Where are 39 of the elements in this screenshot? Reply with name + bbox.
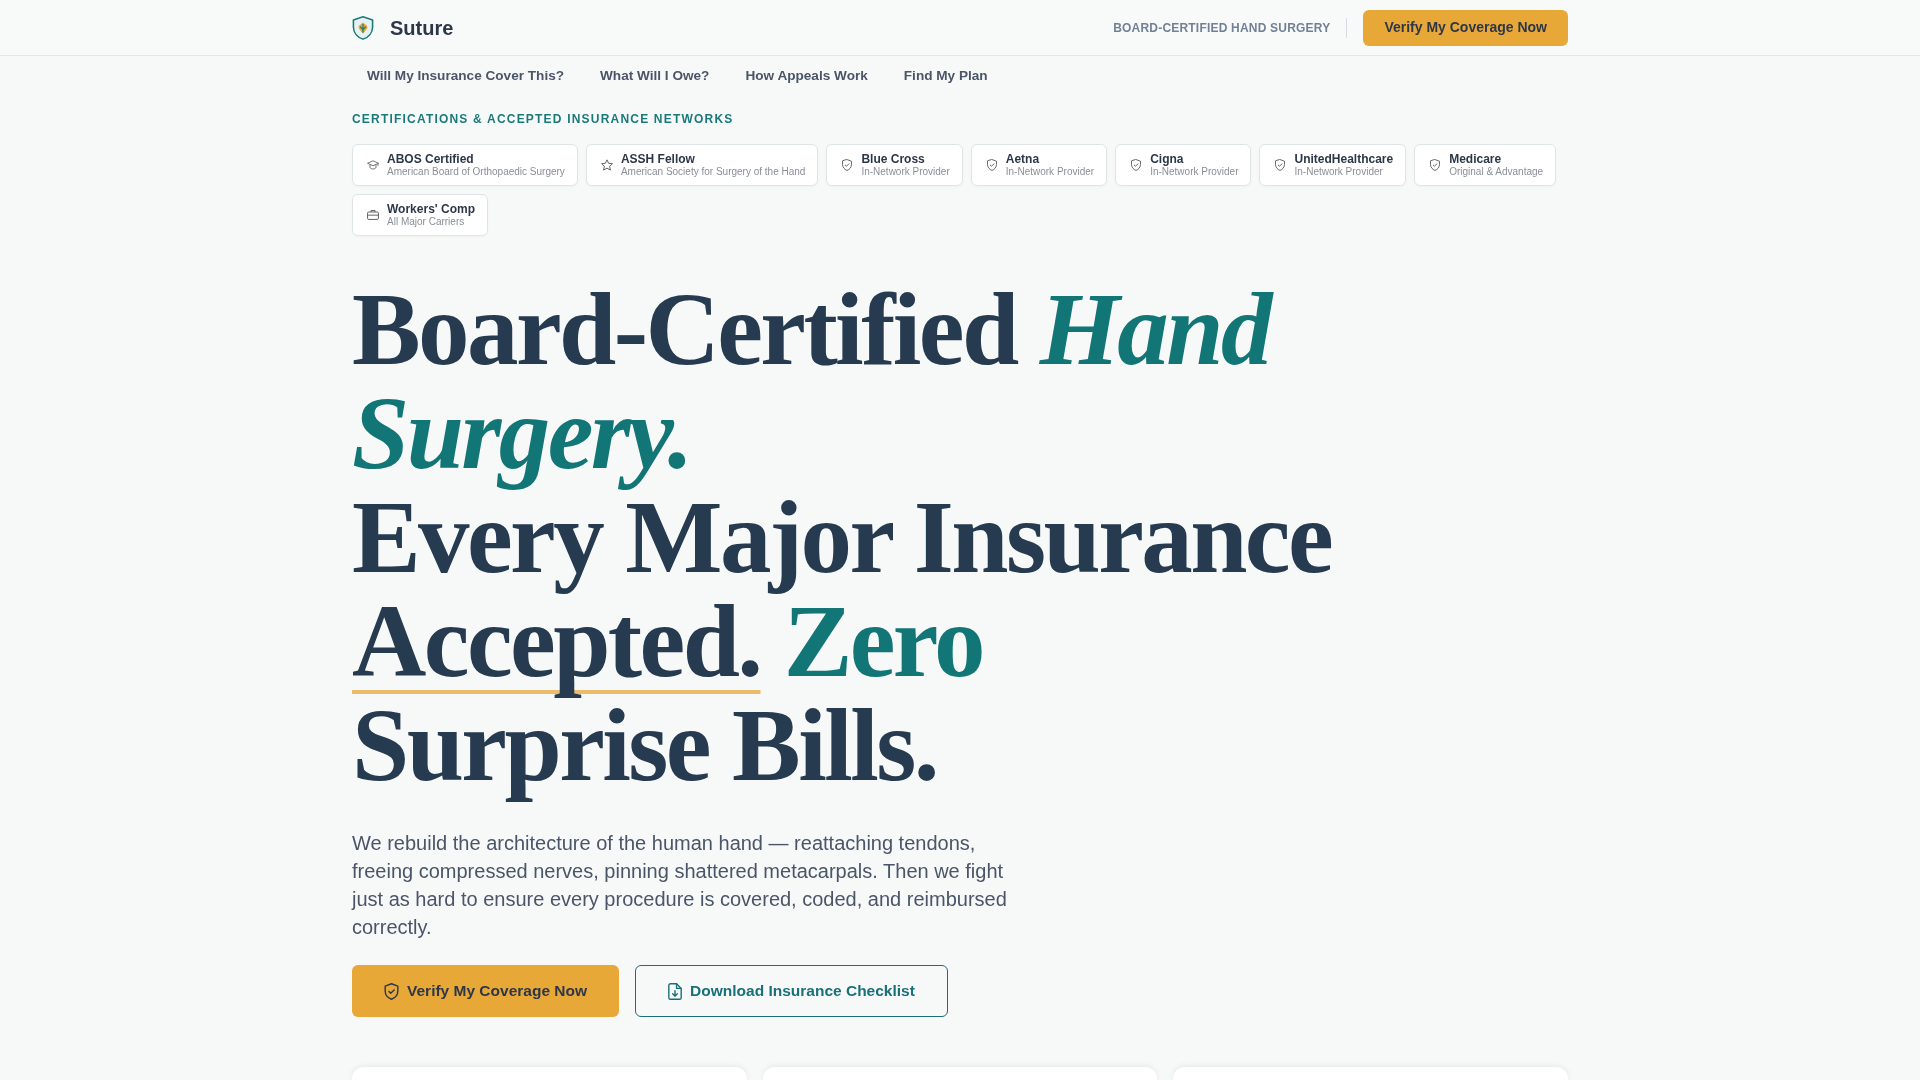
shield-check-icon xyxy=(1274,159,1287,171)
badge-subtitle: All Major Carriers xyxy=(387,216,466,228)
badge-title: Blue Cross xyxy=(861,152,926,166)
badge-subtitle: Original & Advantage xyxy=(1449,166,1544,178)
badge-title: Medicare xyxy=(1449,152,1503,166)
badge-title: Workers' Comp xyxy=(387,202,475,216)
badge-title: ABOS Certified xyxy=(387,152,475,166)
verify-coverage-button[interactable]: Verify My Coverage Now xyxy=(1363,9,1568,46)
nav-link[interactable]: Find My Plan xyxy=(885,55,1006,97)
hero-description: We rebuild the architecture of the human hand — reattaching tendons, freeing compressed nerves, pinning shattered metacarpals. Then we fight just as hard to ensure every procedure is covered, coded, and reimbursed correctly. xyxy=(352,831,1008,940)
badge-title: Cigna xyxy=(1150,152,1185,166)
badge-subtitle: In-Network Provider xyxy=(1150,166,1239,178)
download-checklist-button[interactable]: Download Insurance Checklist xyxy=(635,965,948,1017)
briefcase-icon xyxy=(367,209,379,221)
badge-subtitle: American Board of Orthopaedic Surgery xyxy=(387,166,565,178)
verify-coverage-button[interactable]: Verify My Coverage Now xyxy=(352,965,620,1017)
nav-link[interactable]: How Appeals Work xyxy=(727,55,886,97)
badge-subtitle: In-Network Provider xyxy=(1294,166,1384,178)
shield-check-icon xyxy=(1429,159,1442,171)
badge-subtitle: American Society for Surgery of the Hand xyxy=(620,166,806,178)
badge-subtitle: In-Network Provider xyxy=(861,166,950,178)
section-label: CERTIFICATIONS & ACCEPTED INSURANCE NETWORKS xyxy=(352,112,735,126)
document-download-icon xyxy=(668,982,683,1000)
nav-link[interactable]: Will My Insurance Cover This? xyxy=(349,55,583,97)
brand-name[interactable]: Suture xyxy=(390,12,454,43)
hero-headline: Board-Certified Hand Surgery. Every Major Insurance Accepted. Zero Surprise Bills. xyxy=(352,271,1333,804)
star-icon xyxy=(600,159,613,171)
header-tagline: BOARD-CERTIFIED HAND SURGERY xyxy=(1113,19,1331,37)
badge-subtitle: In-Network Provider xyxy=(1005,166,1095,178)
shield-check-icon xyxy=(841,159,854,171)
graduation-cap-icon xyxy=(367,159,379,171)
shield-check-icon xyxy=(384,982,399,1000)
badge-title: Aetna xyxy=(1005,152,1041,166)
badge-title: ASSH Fellow xyxy=(620,152,696,166)
shield-check-icon xyxy=(1130,159,1143,171)
shield-check-icon xyxy=(985,159,998,171)
shield-logo-icon xyxy=(352,15,374,40)
nav-link[interactable]: What Will I Owe? xyxy=(582,55,728,97)
badge-title: UnitedHealthcare xyxy=(1294,152,1394,166)
